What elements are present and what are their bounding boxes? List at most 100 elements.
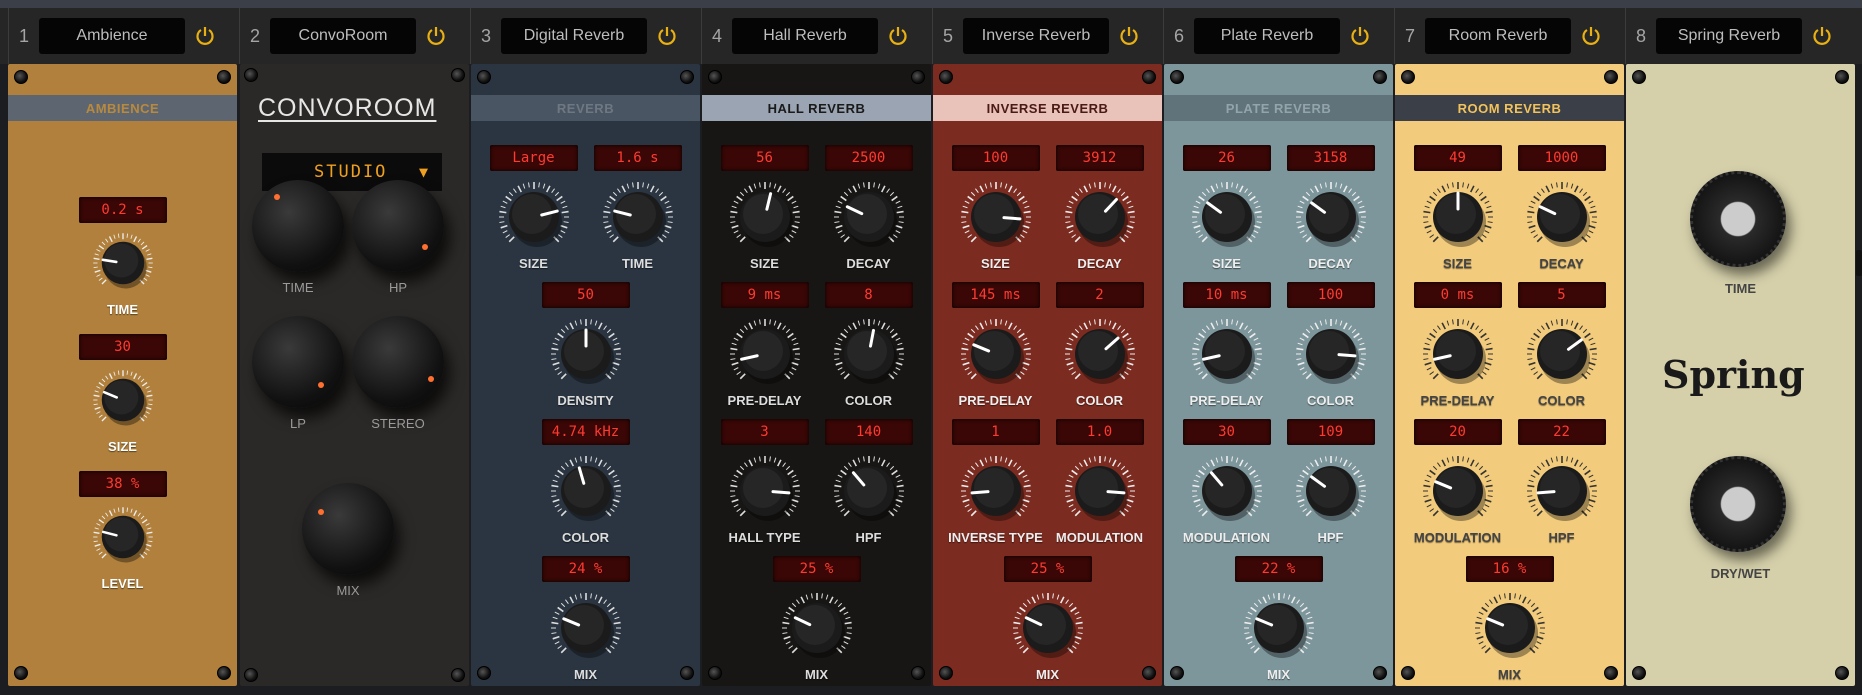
decay-value-display[interactable]: 1000 bbox=[1517, 145, 1606, 171]
pre-delay-value-display[interactable]: 10 ms bbox=[1182, 282, 1271, 308]
pre-delay-value-display[interactable]: 0 ms bbox=[1413, 282, 1502, 308]
mix-knob[interactable] bbox=[1011, 591, 1085, 665]
dry-wet-knob[interactable] bbox=[1690, 456, 1786, 552]
decay-knob[interactable] bbox=[1294, 180, 1368, 254]
size-value-display[interactable]: 49 bbox=[1413, 145, 1502, 171]
hpf-value-display[interactable]: 22 bbox=[1517, 419, 1606, 445]
lp-knob[interactable] bbox=[252, 316, 344, 408]
pre-delay-value-display[interactable]: 9 ms bbox=[720, 282, 809, 308]
slot-name-field[interactable]: Digital Reverb bbox=[501, 18, 647, 54]
pre-delay-knob[interactable] bbox=[1421, 317, 1495, 391]
mix-knob[interactable] bbox=[780, 591, 854, 665]
slot-name-field[interactable]: Plate Reverb bbox=[1194, 18, 1340, 54]
modulation-value-display[interactable]: 1.0 bbox=[1055, 419, 1144, 445]
color-knob[interactable] bbox=[1063, 317, 1137, 391]
modulation-value-display[interactable]: 30 bbox=[1182, 419, 1271, 445]
decay-value-display[interactable]: 3158 bbox=[1286, 145, 1375, 171]
modulation-knob[interactable] bbox=[1190, 454, 1264, 528]
power-icon[interactable] bbox=[185, 25, 225, 47]
size-value-display[interactable]: Large bbox=[489, 145, 578, 171]
modulation-value-display[interactable]: 20 bbox=[1413, 419, 1502, 445]
density-knob[interactable] bbox=[549, 317, 623, 391]
size-knob[interactable] bbox=[1190, 180, 1264, 254]
color-value-display[interactable]: 2 bbox=[1055, 282, 1144, 308]
inverse-type-knob[interactable] bbox=[959, 454, 1033, 528]
color-knob[interactable] bbox=[1294, 317, 1368, 391]
time-knob[interactable] bbox=[91, 232, 154, 295]
size-knob[interactable] bbox=[728, 180, 802, 254]
slot-name-field[interactable]: Ambience bbox=[39, 18, 185, 54]
level-knob[interactable] bbox=[91, 506, 154, 569]
time-knob[interactable] bbox=[1690, 171, 1786, 267]
hpf-knob[interactable] bbox=[1525, 454, 1599, 528]
time-knob[interactable] bbox=[252, 180, 344, 272]
pre-delay-knob[interactable] bbox=[959, 317, 1033, 391]
pre-delay-knob[interactable] bbox=[728, 317, 802, 391]
color-knob[interactable] bbox=[549, 454, 623, 528]
mix-value-display[interactable]: 24 % bbox=[541, 556, 630, 582]
power-icon[interactable] bbox=[1802, 25, 1842, 47]
decay-knob[interactable] bbox=[832, 180, 906, 254]
power-icon[interactable] bbox=[878, 25, 918, 47]
hpf-knob[interactable] bbox=[832, 454, 906, 528]
mix-value-display[interactable]: 25 % bbox=[1003, 556, 1092, 582]
slot-name-field[interactable]: Hall Reverb bbox=[732, 18, 878, 54]
power-icon[interactable] bbox=[416, 25, 456, 47]
hp-knob[interactable] bbox=[352, 180, 444, 272]
hall-type-knob[interactable] bbox=[728, 454, 802, 528]
size-value-display[interactable]: 100 bbox=[951, 145, 1040, 171]
color-value-display[interactable]: 4.74 kHz bbox=[541, 419, 630, 445]
mix-value-display[interactable]: 25 % bbox=[772, 556, 861, 582]
size-value-display[interactable]: 26 bbox=[1182, 145, 1271, 171]
stereo-knob[interactable] bbox=[352, 316, 444, 408]
time-knob[interactable] bbox=[601, 180, 675, 254]
slot-name-field[interactable]: Spring Reverb bbox=[1656, 18, 1802, 54]
inverse-type-value-display[interactable]: 1 bbox=[951, 419, 1040, 445]
size-value-display[interactable]: 30 bbox=[78, 334, 167, 360]
decay-value-display[interactable]: 2500 bbox=[824, 145, 913, 171]
power-icon[interactable] bbox=[1109, 25, 1149, 47]
pre-delay-knob[interactable] bbox=[1190, 317, 1264, 391]
power-icon[interactable] bbox=[1571, 25, 1611, 47]
size-knob[interactable] bbox=[497, 180, 571, 254]
decay-knob[interactable] bbox=[1063, 180, 1137, 254]
size-knob[interactable] bbox=[959, 180, 1033, 254]
slot-name-field[interactable]: Inverse Reverb bbox=[963, 18, 1109, 54]
mix-knob[interactable] bbox=[1242, 591, 1316, 665]
hpf-knob[interactable] bbox=[1294, 454, 1368, 528]
color-knob[interactable] bbox=[832, 317, 906, 391]
color-value-display[interactable]: 100 bbox=[1286, 282, 1375, 308]
size-value-display[interactable]: 56 bbox=[720, 145, 809, 171]
time-value-display[interactable]: 0.2 s bbox=[78, 197, 167, 223]
color-knob[interactable] bbox=[1525, 317, 1599, 391]
color-value-display[interactable]: 8 bbox=[824, 282, 913, 308]
modulation-knob[interactable] bbox=[1421, 454, 1495, 528]
modulation-knob[interactable] bbox=[1063, 454, 1137, 528]
hpf-value-display[interactable]: 109 bbox=[1286, 419, 1375, 445]
pre-delay-label: PRE-DELAY bbox=[1420, 393, 1495, 408]
mix-value-display[interactable]: 16 % bbox=[1465, 556, 1554, 582]
mix-knob[interactable] bbox=[549, 591, 623, 665]
decay-value-display[interactable]: 3912 bbox=[1055, 145, 1144, 171]
scrollbar[interactable] bbox=[1856, 250, 1862, 276]
hp-label: HP bbox=[388, 280, 408, 295]
hpf-value-display[interactable]: 140 bbox=[824, 419, 913, 445]
slot-name-field[interactable]: Room Reverb bbox=[1425, 18, 1571, 54]
hall-type-value-display[interactable]: 3 bbox=[720, 419, 809, 445]
slot-name-field[interactable]: ConvoRoom bbox=[270, 18, 416, 54]
mix-knob[interactable] bbox=[1473, 591, 1547, 665]
mix-value-display[interactable]: 22 % bbox=[1234, 556, 1323, 582]
size-knob[interactable] bbox=[1421, 180, 1495, 254]
control-row: 38 % LEVEL bbox=[8, 471, 237, 608]
pre-delay-value-display[interactable]: 145 ms bbox=[951, 282, 1040, 308]
level-value-display[interactable]: 38 % bbox=[78, 471, 167, 497]
mix-knob[interactable] bbox=[302, 483, 394, 575]
color-value-display[interactable]: 5 bbox=[1517, 282, 1606, 308]
power-icon[interactable] bbox=[647, 25, 687, 47]
decay-knob[interactable] bbox=[1525, 180, 1599, 254]
power-icon[interactable] bbox=[1340, 25, 1380, 47]
size-knob[interactable] bbox=[91, 369, 154, 432]
time-value-display[interactable]: 1.6 s bbox=[593, 145, 682, 171]
density-value-display[interactable]: 50 bbox=[541, 282, 630, 308]
spring-logo: Spring bbox=[1662, 352, 1805, 397]
